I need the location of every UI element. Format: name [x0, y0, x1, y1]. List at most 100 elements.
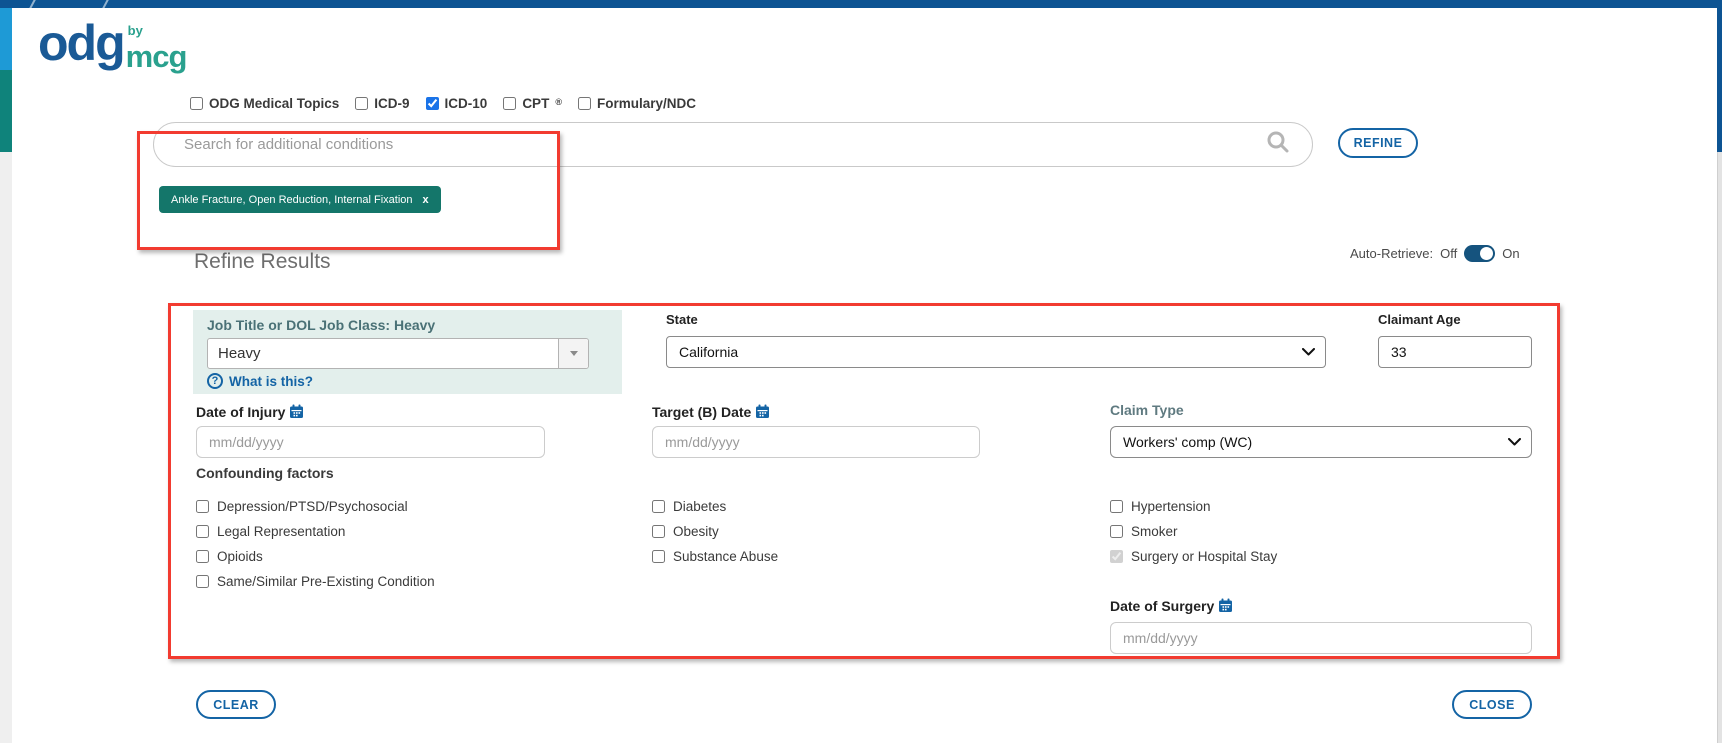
- auto-retrieve-off-label[interactable]: Off: [1440, 246, 1457, 261]
- hypertension-checkbox[interactable]: [1110, 500, 1123, 513]
- obesity-checkbox[interactable]: [652, 525, 665, 538]
- claim-type-label: Claim Type: [1110, 402, 1184, 418]
- legal-representation-checkbox[interactable]: [196, 525, 209, 538]
- category-cpt-checkbox[interactable]: [503, 97, 516, 110]
- opioids-checkbox[interactable]: [196, 550, 209, 563]
- odg-mcg-logo: odg by mcg: [38, 18, 186, 68]
- checkbox-depression-ptsd-psychosocial[interactable]: Depression/PTSD/Psychosocial: [196, 494, 435, 519]
- calendar-icon[interactable]: [1218, 600, 1233, 616]
- checkbox-label: Smoker: [1131, 524, 1178, 539]
- checkbox-same-similar-pre-existing[interactable]: Same/Similar Pre-Existing Condition: [196, 569, 435, 594]
- checkbox-opioids[interactable]: Opioids: [196, 544, 435, 569]
- date-of-injury-label-text: Date of Injury: [196, 404, 285, 420]
- top-navy-bar: [0, 0, 1722, 8]
- target-date-input[interactable]: [652, 426, 980, 458]
- claimant-age-input[interactable]: [1378, 336, 1532, 368]
- checkbox-diabetes[interactable]: Diabetes: [652, 494, 778, 519]
- checkbox-label: Surgery or Hospital Stay: [1131, 549, 1277, 564]
- pre-existing-checkbox[interactable]: [196, 575, 209, 588]
- calendar-icon[interactable]: [289, 406, 304, 422]
- checkbox-legal-representation[interactable]: Legal Representation: [196, 519, 435, 544]
- tag-close-icon[interactable]: x: [423, 194, 429, 206]
- tag-label: Ankle Fracture, Open Reduction, Internal…: [171, 194, 413, 206]
- category-label: CPT: [522, 96, 549, 111]
- auto-retrieve-toggle[interactable]: [1464, 245, 1495, 262]
- category-formulary-ndc-checkbox[interactable]: [578, 97, 591, 110]
- left-stripe-gray: [0, 152, 12, 743]
- date-of-surgery-label-text: Date of Surgery: [1110, 598, 1214, 614]
- diabetes-checkbox[interactable]: [652, 500, 665, 513]
- category-label: ICD-9: [374, 96, 409, 111]
- job-class-combobox[interactable]: Heavy: [207, 338, 589, 369]
- category-label: ODG Medical Topics: [209, 96, 339, 111]
- what-is-this-link[interactable]: ? What is this?: [207, 373, 313, 389]
- auto-retrieve-label: Auto-Retrieve:: [1350, 246, 1433, 261]
- job-title-label: Job Title or DOL Job Class: Heavy: [207, 317, 435, 333]
- job-title-section: Job Title or DOL Job Class: Heavy Heavy …: [193, 310, 622, 394]
- date-of-injury-input[interactable]: [196, 426, 545, 458]
- category-odg-medical-topics-checkbox[interactable]: [190, 97, 203, 110]
- state-select[interactable]: California: [666, 336, 1326, 368]
- refine-button[interactable]: REFINE: [1338, 128, 1418, 158]
- refine-results-title: Refine Results: [194, 250, 331, 274]
- checkbox-label: Legal Representation: [217, 524, 345, 539]
- checkbox-label: Opioids: [217, 549, 263, 564]
- auto-retrieve-on-label[interactable]: On: [1502, 246, 1519, 261]
- left-stripe-blue: [0, 0, 12, 70]
- date-of-surgery-input[interactable]: [1110, 622, 1532, 654]
- chevron-down-icon: [1302, 348, 1315, 356]
- claimant-age-label: Claimant Age: [1378, 312, 1461, 327]
- auto-retrieve-control: Auto-Retrieve: Off On: [1350, 245, 1520, 262]
- date-of-injury-label: Date of Injury: [196, 402, 304, 420]
- logo-by-text: by: [128, 24, 187, 37]
- category-icd10-checkbox[interactable]: [426, 97, 439, 110]
- state-value: California: [667, 344, 1302, 360]
- search-bar: [153, 122, 1313, 167]
- scrollbar-track[interactable]: [1717, 152, 1722, 743]
- chevron-down-icon: [1508, 438, 1521, 446]
- checkbox-surgery-or-hospital-stay: Surgery or Hospital Stay: [1110, 544, 1277, 569]
- combobox-dropdown-button[interactable]: [558, 339, 588, 368]
- logo-mcg-text: mcg: [126, 41, 187, 72]
- checkbox-obesity[interactable]: Obesity: [652, 519, 778, 544]
- target-date-label-text: Target (B) Date: [652, 404, 751, 420]
- confounding-factors-label: Confounding factors: [196, 465, 334, 481]
- search-icon[interactable]: [1266, 130, 1290, 159]
- selected-condition-tag[interactable]: Ankle Fracture, Open Reduction, Internal…: [159, 186, 441, 213]
- checkbox-substance-abuse[interactable]: Substance Abuse: [652, 544, 778, 569]
- category-odg-medical-topics[interactable]: ODG Medical Topics: [190, 96, 339, 111]
- right-stripe-navy: [1717, 0, 1722, 152]
- checkbox-hypertension[interactable]: Hypertension: [1110, 494, 1277, 519]
- calendar-icon[interactable]: [755, 406, 770, 422]
- checkbox-label: Obesity: [673, 524, 719, 539]
- category-icd10[interactable]: ICD-10: [426, 96, 488, 111]
- confounding-column-2: Diabetes Obesity Substance Abuse: [652, 494, 778, 569]
- target-date-label: Target (B) Date: [652, 402, 770, 420]
- job-class-value: Heavy: [208, 345, 558, 362]
- checkbox-label: Depression/PTSD/Psychosocial: [217, 499, 408, 514]
- search-category-row: ODG Medical Topics ICD-9 ICD-10 CPT® For…: [190, 96, 696, 111]
- what-is-this-label: What is this?: [229, 374, 313, 389]
- checkbox-label: Diabetes: [673, 499, 726, 514]
- state-label: State: [666, 312, 698, 327]
- smoker-checkbox[interactable]: [1110, 525, 1123, 538]
- toggle-knob: [1480, 247, 1493, 260]
- category-formulary-ndc[interactable]: Formulary/NDC: [578, 96, 696, 111]
- claim-type-select[interactable]: Workers' comp (WC): [1110, 426, 1532, 458]
- substance-abuse-checkbox[interactable]: [652, 550, 665, 563]
- left-stripe-teal: [0, 70, 12, 152]
- question-circle-icon: ?: [207, 373, 223, 389]
- category-icd9-checkbox[interactable]: [355, 97, 368, 110]
- depression-checkbox[interactable]: [196, 500, 209, 513]
- close-button[interactable]: CLOSE: [1452, 690, 1532, 719]
- clear-button[interactable]: CLEAR: [196, 690, 276, 719]
- checkbox-label: Same/Similar Pre-Existing Condition: [217, 574, 435, 589]
- category-cpt[interactable]: CPT®: [503, 96, 562, 111]
- chevron-down-icon: [570, 351, 578, 356]
- checkbox-smoker[interactable]: Smoker: [1110, 519, 1277, 544]
- logo-odg-text: odg: [38, 18, 124, 68]
- surgery-hospital-stay-checkbox: [1110, 550, 1123, 563]
- search-input[interactable]: [154, 136, 1266, 153]
- category-icd9[interactable]: ICD-9: [355, 96, 409, 111]
- checkbox-label: Substance Abuse: [673, 549, 778, 564]
